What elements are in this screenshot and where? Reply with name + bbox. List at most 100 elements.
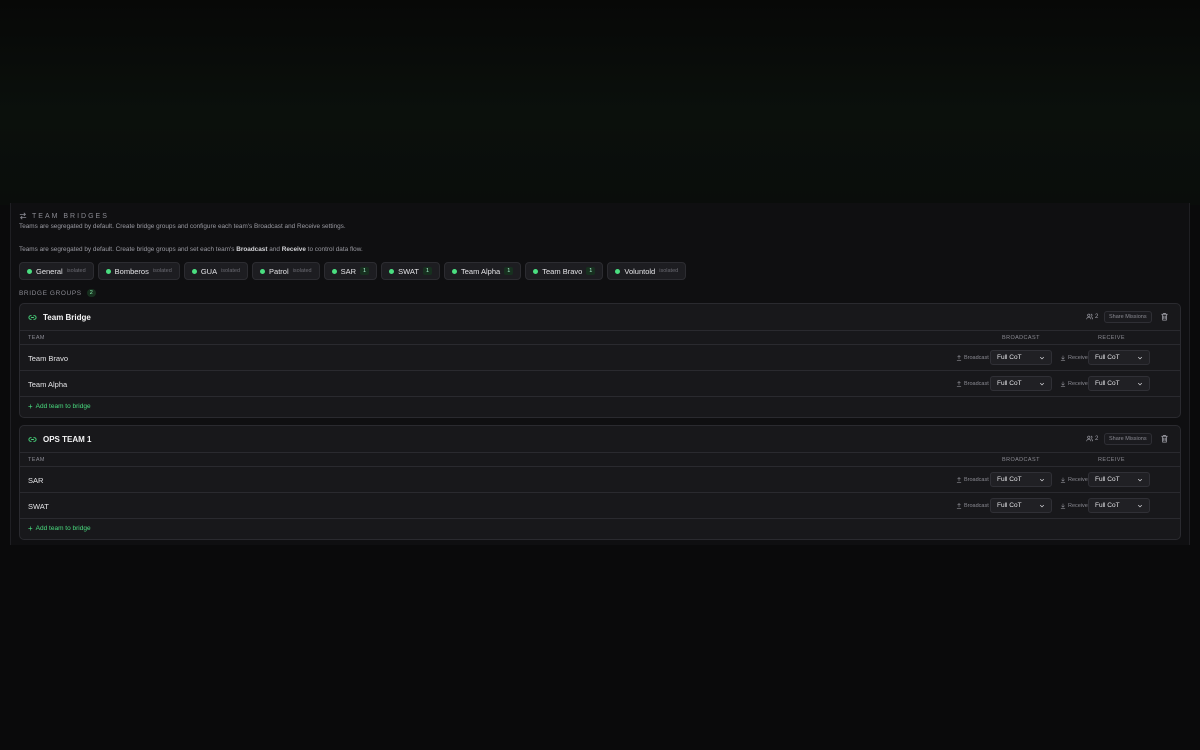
chevron-down-icon: [1137, 504, 1143, 507]
table-row: Team Bravo Broadcast Full CoT Receive Fu…: [20, 346, 1180, 371]
broadcast-select[interactable]: Full CoT: [990, 472, 1052, 487]
bridge-count-badge: 1: [504, 267, 514, 275]
swap-arrows-icon: [19, 212, 27, 220]
share-missions-button[interactable]: Share Missions: [1104, 433, 1152, 445]
status-dot: [331, 268, 337, 274]
help-prefix: Teams are segregated by default. Create …: [19, 246, 235, 253]
upload-icon: [956, 381, 962, 387]
team-chip-gua[interactable]: GUA isolated: [183, 262, 249, 280]
team-chip-bomberos[interactable]: Bomberos isolated: [97, 262, 180, 280]
team-chip-list: General isolated Bomberos isolated GUA i…: [19, 262, 687, 280]
broadcast-label-text: Broadcast: [964, 503, 989, 509]
broadcast-label: Broadcast: [956, 477, 989, 483]
member-count-value: 2: [1095, 435, 1099, 442]
chevron-down-icon: [1039, 382, 1045, 385]
status-dot: [389, 268, 395, 274]
table-row: SWAT Broadcast Full CoT Receive Full CoT: [20, 494, 1180, 519]
broadcast-label: Broadcast: [956, 503, 989, 509]
broadcast-label-text: Broadcast: [964, 477, 989, 483]
bridge-count-badge: 1: [586, 267, 596, 275]
bridge-group-header: Team Bridge 2 Share Missions: [20, 304, 1180, 331]
status-dot: [260, 268, 266, 274]
team-chip-patrol[interactable]: Patrol isolated: [252, 262, 320, 280]
team-chip-label: Patrol: [269, 266, 289, 276]
receive-value: Full CoT: [1095, 354, 1120, 361]
member-count: 2: [1086, 313, 1098, 320]
row-team-name: Team Alpha: [28, 380, 68, 389]
help-and: and: [269, 246, 280, 253]
receive-label-text: Receive: [1068, 503, 1088, 509]
chevron-down-icon: [1039, 478, 1045, 481]
row-team-name: SAR: [28, 476, 44, 485]
add-team-label: Add team to bridge: [35, 525, 91, 532]
trash-icon[interactable]: [1160, 434, 1169, 443]
column-team: TEAM: [28, 457, 45, 463]
trash-icon[interactable]: [1160, 312, 1169, 321]
broadcast-value: Full CoT: [997, 502, 1022, 509]
link-icon: [28, 315, 37, 320]
receive-select[interactable]: Full CoT: [1088, 498, 1150, 513]
receive-label: Receive: [1060, 477, 1088, 483]
broadcast-label: Broadcast: [956, 381, 989, 387]
isolated-badge: isolated: [66, 268, 86, 274]
download-icon: [1060, 355, 1066, 361]
broadcast-value: Full CoT: [997, 380, 1022, 387]
add-team-to-bridge-button[interactable]: + Add team to bridge: [28, 401, 91, 411]
team-chip-team-bravo[interactable]: Team Bravo 1: [525, 262, 604, 280]
bridge-groups-header: BRIDGE GROUPS 2: [19, 289, 96, 297]
team-chip-label: General: [36, 266, 63, 276]
bridge-group-card: OPS TEAM 1 2 Share Missions TEAM BROADCA…: [19, 425, 1181, 540]
team-chip-voluntold[interactable]: Voluntold isolated: [607, 262, 687, 280]
bridge-group-name: OPS TEAM 1: [43, 435, 92, 444]
users-icon: [1086, 435, 1093, 442]
upload-icon: [956, 355, 962, 361]
status-dot: [533, 268, 539, 274]
broadcast-label-text: Broadcast: [964, 355, 989, 361]
receive-select[interactable]: Full CoT: [1088, 350, 1150, 365]
isolated-badge: isolated: [292, 268, 312, 274]
help-suffix: to control data flow.: [307, 246, 363, 253]
row-team-name: SWAT: [28, 502, 49, 511]
team-chip-team-alpha[interactable]: Team Alpha 1: [444, 262, 522, 280]
team-chip-label: Bomberos: [114, 266, 149, 276]
download-icon: [1060, 503, 1066, 509]
team-chip-label: GUA: [200, 266, 218, 276]
broadcast-value: Full CoT: [997, 476, 1022, 483]
receive-label: Receive: [1060, 503, 1088, 509]
member-count-value: 2: [1095, 313, 1099, 320]
share-missions-button[interactable]: Share Missions: [1104, 311, 1152, 323]
help-receive: Receive: [281, 246, 306, 253]
team-chip-sar[interactable]: SAR 1: [323, 262, 378, 280]
receive-label-text: Receive: [1068, 355, 1088, 361]
receive-select[interactable]: Full CoT: [1088, 472, 1150, 487]
receive-value: Full CoT: [1095, 380, 1120, 387]
table-header: TEAM BROADCAST RECEIVE: [20, 331, 1180, 345]
team-chip-swat[interactable]: SWAT 1: [381, 262, 440, 280]
team-chip-label: Voluntold: [624, 266, 656, 276]
team-chip-general[interactable]: General isolated: [19, 262, 94, 280]
status-dot: [27, 268, 32, 274]
member-count: 2: [1086, 435, 1098, 442]
help-text: Teams are segregated by default. Create …: [19, 246, 363, 253]
broadcast-select[interactable]: Full CoT: [990, 498, 1052, 513]
receive-select[interactable]: Full CoT: [1088, 376, 1150, 391]
add-team-to-bridge-button[interactable]: + Add team to bridge: [28, 524, 91, 532]
team-chip-label: Team Alpha: [461, 266, 501, 276]
bridge-group-card: Team Bridge 2 Share Missions TEAM BROADC…: [19, 303, 1181, 418]
bridge-count-badge: 1: [360, 267, 370, 275]
broadcast-select[interactable]: Full CoT: [990, 350, 1052, 365]
team-bridges-panel: TEAM BRIDGES Teams are segregated by def…: [10, 203, 1190, 545]
column-broadcast: BROADCAST: [1002, 335, 1040, 341]
bridge-groups-label: BRIDGE GROUPS: [19, 289, 82, 297]
status-dot: [105, 268, 111, 274]
add-team-label: Add team to bridge: [35, 403, 91, 410]
bridge-groups-count: 2: [86, 289, 96, 297]
team-chip-label: SWAT: [398, 266, 419, 276]
download-icon: [1060, 381, 1066, 387]
chevron-down-icon: [1137, 478, 1143, 481]
column-receive: RECEIVE: [1098, 457, 1125, 463]
receive-value: Full CoT: [1095, 502, 1120, 509]
plus-icon: +: [28, 401, 33, 411]
broadcast-select[interactable]: Full CoT: [990, 376, 1052, 391]
help-broadcast: Broadcast: [236, 246, 268, 253]
